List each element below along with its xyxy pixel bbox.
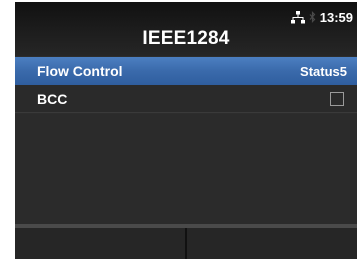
settings-item-value: Status5 bbox=[300, 63, 347, 79]
settings-item-label: Flow Control bbox=[37, 63, 123, 79]
left-soft-key[interactable] bbox=[15, 228, 187, 259]
header-bar: IEEE1284 13:59 bbox=[15, 2, 357, 56]
list-empty-area bbox=[15, 114, 357, 224]
lcd-panel: IEEE1284 13:59 Flow Control Status5 BCC bbox=[15, 2, 357, 259]
clock: 13:59 bbox=[319, 9, 353, 25]
settings-item-label: BCC bbox=[37, 90, 68, 107]
printer-display: IEEE1284 13:59 Flow Control Status5 BCC bbox=[0, 0, 358, 259]
soft-key-bar bbox=[15, 224, 357, 259]
settings-item-flow-control[interactable]: Flow Control Status5 bbox=[15, 57, 357, 85]
page-title: IEEE1284 bbox=[142, 28, 230, 49]
status-area: 13:59 bbox=[290, 8, 353, 26]
right-soft-key[interactable] bbox=[187, 228, 357, 259]
network-icon bbox=[290, 10, 305, 24]
settings-item-bcc[interactable]: BCC bbox=[15, 85, 357, 113]
bcc-checkbox[interactable] bbox=[330, 91, 344, 106]
bluetooth-icon bbox=[309, 10, 316, 24]
